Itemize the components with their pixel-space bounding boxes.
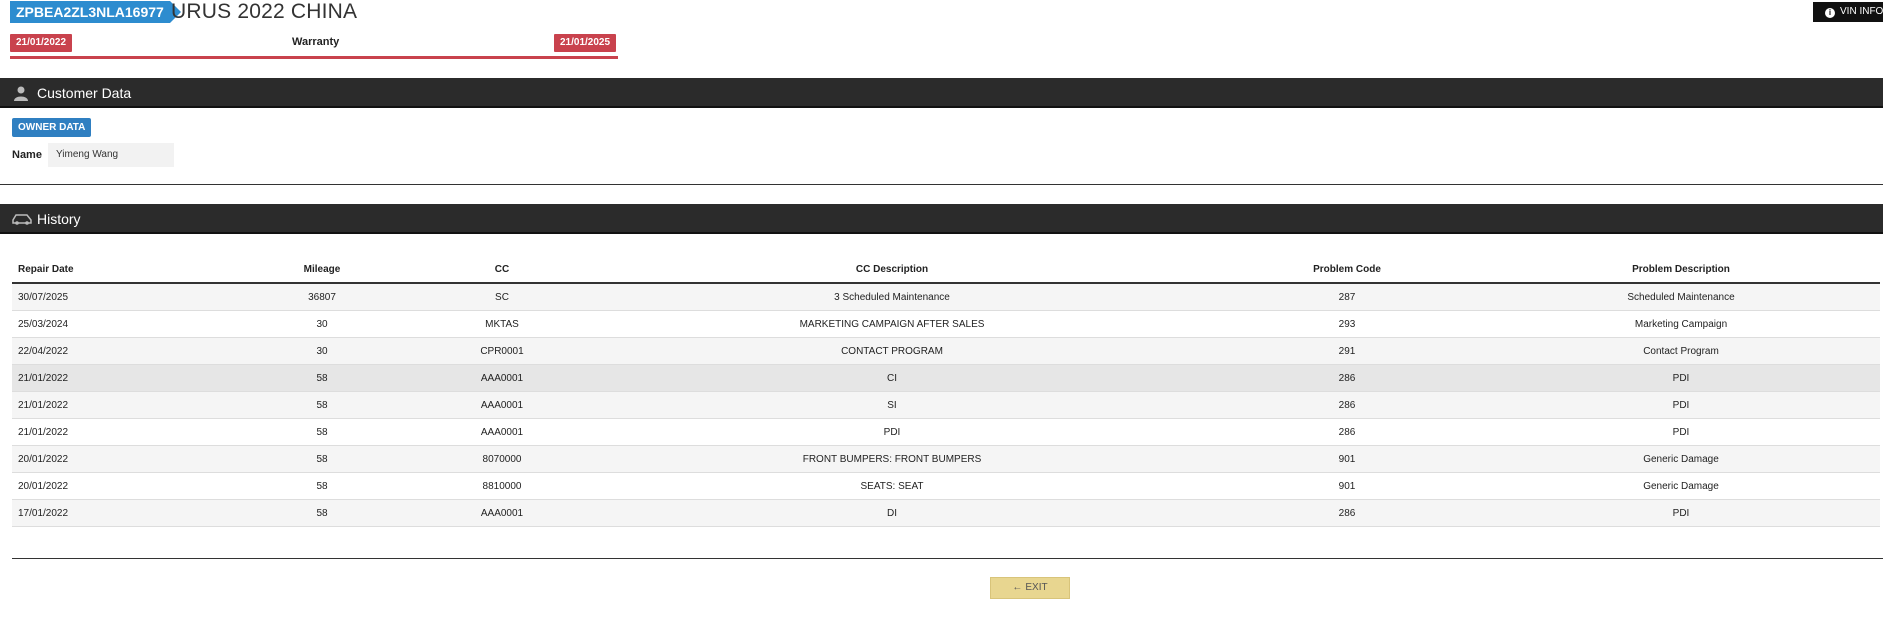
table-cell: SEATS: SEAT: [572, 472, 1212, 500]
table-cell: Generic Damage: [1482, 472, 1880, 500]
table-cell: 58: [212, 418, 432, 446]
table-cell: PDI: [1482, 499, 1880, 527]
table-cell: 30: [212, 310, 432, 338]
section-divider: [0, 184, 1883, 185]
table-row[interactable]: 21/01/2022 58 AAA0001 SI 286 PDI: [12, 391, 1880, 419]
table-cell: Generic Damage: [1482, 445, 1880, 473]
table-cell: DI: [572, 499, 1212, 527]
name-field[interactable]: Yimeng Wang: [48, 143, 174, 167]
table-cell: 286: [1212, 499, 1482, 527]
table-cell: AAA0001: [432, 364, 572, 392]
table-cell: 291: [1212, 337, 1482, 365]
table-cell: 901: [1212, 472, 1482, 500]
table-cell: 286: [1212, 391, 1482, 419]
exit-label: EXIT: [1025, 582, 1048, 593]
table-cell: 293: [1212, 310, 1482, 338]
table-cell: PDI: [1482, 418, 1880, 446]
car-icon: [12, 211, 32, 227]
table-cell: 8810000: [432, 472, 572, 500]
column-header[interactable]: Problem Description: [1482, 256, 1880, 284]
table-cell: 3 Scheduled Maintenance: [572, 283, 1212, 311]
column-header[interactable]: Mileage: [212, 256, 432, 284]
table-cell: 17/01/2022: [12, 499, 212, 527]
arrow-left-icon: ←: [1012, 582, 1023, 593]
table-cell: AAA0001: [432, 391, 572, 419]
table-cell: Contact Program: [1482, 337, 1880, 365]
column-header[interactable]: CC: [432, 256, 572, 284]
table-cell: 58: [212, 391, 432, 419]
table-cell: CI: [572, 364, 1212, 392]
table-cell: PDI: [1482, 391, 1880, 419]
table-cell: 58: [212, 364, 432, 392]
table-cell: 58: [212, 499, 432, 527]
vin-tag: ZPBEA2ZL3NLA16977: [10, 1, 181, 23]
table-cell: 58: [212, 472, 432, 500]
table-cell: PDI: [1482, 364, 1880, 392]
table-row[interactable]: 22/04/2022 30 CPR0001 CONTACT PROGRAM 291 Con…: [12, 337, 1880, 365]
table-cell: AAA0001: [432, 499, 572, 527]
exit-button[interactable]: ← EXIT: [990, 577, 1070, 599]
table-cell: SI: [572, 391, 1212, 419]
table-cell: CPR0001: [432, 337, 572, 365]
warranty-start-badge: 21/01/2022: [10, 34, 73, 52]
table-cell: 901: [1212, 445, 1482, 473]
table-cell: 30: [212, 337, 432, 365]
table-cell: MKTAS: [432, 310, 572, 338]
table-bottom-divider: [12, 558, 1883, 559]
customer-data-title: Customer Data: [37, 85, 132, 101]
table-cell: 21/01/2022: [12, 364, 212, 392]
column-header[interactable]: Repair Date: [12, 256, 212, 284]
table-cell: PDI: [572, 418, 1212, 446]
table-cell: 20/01/2022: [12, 445, 212, 473]
warranty-bar: [10, 56, 618, 59]
table-row[interactable]: 17/01/2022 58 AAA0001 DI 286 PDI: [12, 499, 1880, 527]
table-cell: 286: [1212, 418, 1482, 446]
person-icon: [12, 85, 30, 101]
table-cell: MARKETING CAMPAIGN AFTER SALES: [572, 310, 1212, 338]
table-cell: 25/03/2024: [12, 310, 212, 338]
table-cell: 8070000: [432, 445, 572, 473]
warranty-label: Warranty: [292, 36, 340, 48]
name-label: Name: [12, 149, 42, 161]
table-cell: 286: [1212, 364, 1482, 392]
table-header-row: Repair Date Mileage CC CC Description Proble…: [12, 256, 1880, 284]
customer-data-header: Customer Data: [0, 78, 1883, 108]
table-cell: CONTACT PROGRAM: [572, 337, 1212, 365]
table-row[interactable]: 21/01/2022 58 AAA0001 CI 286 PDI: [12, 364, 1880, 392]
page-title: URUS 2022 CHINA: [171, 0, 358, 23]
info-icon: i: [1825, 8, 1835, 18]
vin-info-label: VIN INFO: [1840, 6, 1883, 17]
table-cell: 287: [1212, 283, 1482, 311]
table-cell: 20/01/2022: [12, 472, 212, 500]
table-cell: 58: [212, 445, 432, 473]
table-row[interactable]: 21/01/2022 58 AAA0001 PDI 286 PDI: [12, 418, 1880, 446]
table-row[interactable]: 25/03/2024 30 MKTAS MARKETING CAMPAIGN AFTE…: [12, 310, 1880, 338]
table-row[interactable]: 30/07/2025 36807 SC 3 Scheduled Maintenance…: [12, 283, 1880, 311]
table-row[interactable]: 20/01/2022 58 8070000 FRONT BUMPERS: FRONT …: [12, 445, 1880, 473]
table-cell: SC: [432, 283, 572, 311]
table-cell: 30/07/2025: [12, 283, 212, 311]
owner-data-button[interactable]: OWNER DATA: [12, 118, 92, 137]
history-title: History: [37, 211, 81, 227]
history-table: Repair Date Mileage CC CC Description Proble…: [12, 256, 1880, 527]
table-cell: FRONT BUMPERS: FRONT BUMPERS: [572, 445, 1212, 473]
table-cell: 36807: [212, 283, 432, 311]
column-header[interactable]: Problem Code: [1212, 256, 1482, 284]
warranty-end-badge: 21/01/2025: [554, 34, 617, 52]
vin-info-button[interactable]: i VIN INFO: [1813, 2, 1883, 22]
column-header[interactable]: CC Description: [572, 256, 1212, 284]
table-cell: Marketing Campaign: [1482, 310, 1880, 338]
table-cell: 21/01/2022: [12, 418, 212, 446]
table-row[interactable]: 20/01/2022 58 8810000 SEATS: SEAT 901 Generic…: [12, 472, 1880, 500]
table-cell: AAA0001: [432, 418, 572, 446]
table-cell: 22/04/2022: [12, 337, 212, 365]
table-cell: Scheduled Maintenance: [1482, 283, 1880, 311]
table-body: 30/07/2025 36807 SC 3 Scheduled Maintenance…: [12, 283, 1880, 527]
table-cell: 21/01/2022: [12, 391, 212, 419]
history-header: History: [0, 204, 1883, 234]
